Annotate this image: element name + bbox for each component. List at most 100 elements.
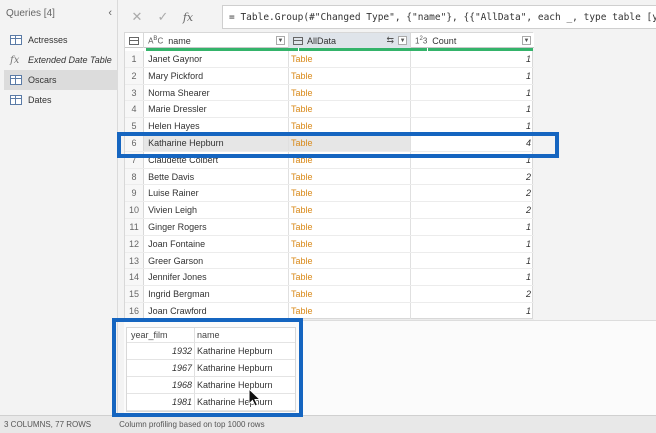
cell-count[interactable]: 1 <box>411 236 534 252</box>
expand-column-icon[interactable]: ⇆ <box>387 35 395 46</box>
table-row[interactable]: 13 Greer Garson Table 1 <box>125 252 534 270</box>
status-profiling[interactable]: Column profiling based on top 1000 rows <box>119 420 264 429</box>
cell-count[interactable]: 1 <box>411 269 534 285</box>
cell-alldata-table-link[interactable]: Table <box>289 286 412 302</box>
cell-name[interactable]: Joan Fontaine <box>144 235 290 252</box>
cell-count[interactable]: 2 <box>411 169 534 185</box>
query-list: Actresses fx Extended Date Table Oscars Date… <box>4 30 118 110</box>
cell-name[interactable]: Janet Gaynor <box>144 51 290 67</box>
cell-count[interactable]: 1 <box>411 253 534 269</box>
chevron-left-icon[interactable]: ‹ <box>108 7 112 19</box>
queries-pane: Queries [4] ‹ Actresses fx Extended Date T… <box>0 0 118 415</box>
table-row[interactable]: 15 Ingrid Bergman Table 2 <box>125 286 534 303</box>
data-grid: ABC name ▼ AllData ⇆ ▼ 123 Count ▼ 1 Jane… <box>124 32 534 320</box>
table-row[interactable]: 14 Jennifer Jones Table 1 <box>125 269 534 287</box>
status-summary: 3 COLUMNS, 77 ROWS <box>4 420 92 429</box>
cell-name[interactable]: Ginger Rogers <box>144 218 290 235</box>
table-row[interactable]: 10 Vivien Leigh Table 2 <box>125 202 534 219</box>
cell-alldata-table-link[interactable]: Table <box>289 101 412 118</box>
highlight-box-row <box>117 132 559 158</box>
cell-count[interactable]: 2 <box>411 286 534 302</box>
cell-count[interactable]: 1 <box>411 101 534 117</box>
grid-rows: 1 Janet Gaynor Table 1 2 Mary Pickford Table 1 3… <box>125 51 534 320</box>
cell-name[interactable]: Joan Crawford <box>144 302 290 319</box>
row-number: 8 <box>125 168 145 185</box>
table-row[interactable]: 11 Ginger Rogers Table 1 <box>125 218 534 236</box>
query-item-actresses[interactable]: Actresses <box>4 30 118 50</box>
row-number: 12 <box>125 235 145 252</box>
cell-alldata-table-link[interactable]: Table <box>289 302 412 319</box>
queries-title: Queries [4] <box>6 7 55 19</box>
cell-count[interactable]: 2 <box>411 185 534 201</box>
table-menu-icon[interactable] <box>125 33 145 48</box>
row-number: 11 <box>125 218 145 235</box>
filter-dropdown-icon[interactable]: ▼ <box>275 36 285 45</box>
cell-alldata-table-link[interactable]: Table <box>289 202 412 218</box>
cell-alldata-table-link[interactable]: Table <box>289 168 412 185</box>
table-row[interactable]: 12 Joan Fontaine Table 1 <box>125 235 534 253</box>
row-number: 10 <box>125 202 145 218</box>
row-number: 4 <box>125 101 145 118</box>
cell-name[interactable]: Marie Dressler <box>144 101 290 118</box>
table-row[interactable]: 4 Marie Dressler Table 1 <box>125 101 534 119</box>
text-type-icon[interactable]: ABC <box>148 36 163 46</box>
cell-name[interactable]: Luise Rainer <box>144 185 290 202</box>
cell-alldata-table-link[interactable]: Table <box>289 51 412 67</box>
column-header-count[interactable]: 123 Count ▼ <box>411 33 534 48</box>
cell-alldata-table-link[interactable]: Table <box>289 218 412 235</box>
cell-alldata-table-link[interactable]: Table <box>289 235 412 252</box>
cancel-icon[interactable]: ✕ <box>124 9 150 25</box>
cell-alldata-table-link[interactable]: Table <box>289 67 412 84</box>
row-number: 3 <box>125 84 145 101</box>
mouse-cursor-icon <box>248 388 262 407</box>
column-header-label: Count <box>432 35 457 46</box>
cell-count[interactable]: 1 <box>411 219 534 235</box>
cell-name[interactable]: Jennifer Jones <box>144 269 290 286</box>
cell-name[interactable]: Mary Pickford <box>144 67 290 84</box>
cell-count[interactable]: 1 <box>411 85 534 101</box>
row-number: 9 <box>125 185 145 202</box>
query-item-extended-date-table[interactable]: fx Extended Date Table <box>4 50 118 70</box>
table-type-icon[interactable] <box>292 36 303 45</box>
row-number: 13 <box>125 252 145 269</box>
cell-name[interactable]: Bette Davis <box>144 168 290 185</box>
column-header-alldata[interactable]: AllData ⇆ ▼ <box>288 33 412 48</box>
query-item-label: Extended Date Table <box>28 55 112 65</box>
status-bar: 3 COLUMNS, 77 ROWS Column profiling base… <box>0 415 656 433</box>
column-header-label: AllData <box>306 35 336 46</box>
table-row[interactable]: 8 Bette Davis Table 2 <box>125 168 534 186</box>
formula-input[interactable]: = Table.Group(#"Changed Type", {"name"},… <box>222 5 656 29</box>
cell-count[interactable]: 1 <box>411 68 534 84</box>
function-icon: fx <box>10 54 20 66</box>
query-item-oscars[interactable]: Oscars <box>4 70 118 90</box>
cell-name[interactable]: Greer Garson <box>144 252 290 269</box>
query-item-label: Dates <box>28 95 52 105</box>
whole-number-type-icon[interactable]: 123 <box>415 36 427 46</box>
column-header-name[interactable]: ABC name ▼ <box>144 33 289 48</box>
table-row[interactable]: 2 Mary Pickford Table 1 <box>125 67 534 85</box>
row-number: 2 <box>125 67 145 84</box>
table-row[interactable]: 3 Norma Shearer Table 1 <box>125 84 534 102</box>
cell-alldata-table-link[interactable]: Table <box>289 84 412 101</box>
table-row[interactable]: 1 Janet Gaynor Table 1 <box>125 51 534 68</box>
cell-name[interactable]: Ingrid Bergman <box>144 286 290 302</box>
table-icon <box>10 95 22 105</box>
cell-alldata-table-link[interactable]: Table <box>289 252 412 269</box>
confirm-icon[interactable]: ✓ <box>150 9 176 25</box>
table-icon <box>10 75 22 85</box>
cell-name[interactable]: Norma Shearer <box>144 84 290 101</box>
filter-dropdown-icon[interactable]: ▼ <box>522 36 532 45</box>
table-row[interactable]: 9 Luise Rainer Table 2 <box>125 185 534 203</box>
row-number: 15 <box>125 286 145 302</box>
cell-count[interactable]: 1 <box>411 51 534 67</box>
cell-count[interactable]: 2 <box>411 202 534 218</box>
query-item-dates[interactable]: Dates <box>4 90 118 110</box>
row-number: 16 <box>125 302 145 319</box>
cell-count[interactable]: 1 <box>411 303 534 319</box>
cell-alldata-table-link[interactable]: Table <box>289 185 412 202</box>
cell-name[interactable]: Vivien Leigh <box>144 202 290 218</box>
fx-icon[interactable]: fx <box>176 11 200 24</box>
formula-bar: ✕ ✓ fx = Table.Group(#"Changed Type", {"… <box>124 5 656 29</box>
cell-alldata-table-link[interactable]: Table <box>289 269 412 286</box>
filter-dropdown-icon[interactable]: ▼ <box>398 36 408 45</box>
